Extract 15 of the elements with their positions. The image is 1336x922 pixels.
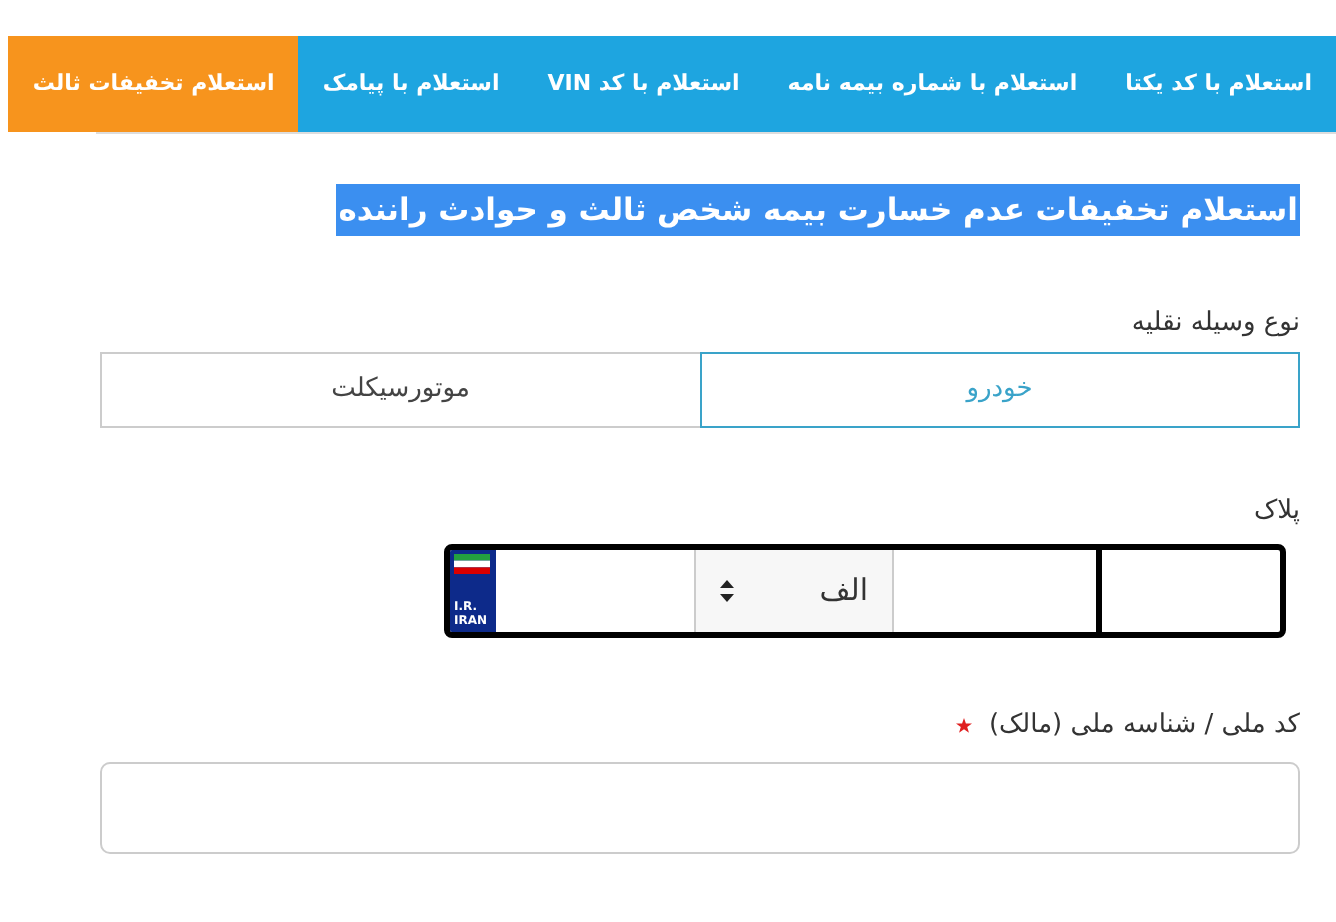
field-label: کد ملی / شناسه ملی (مالک) bbox=[988, 708, 1300, 744]
vehicle-type-option[interactable]: موتورسیکلت bbox=[100, 352, 701, 428]
sort-icon bbox=[720, 580, 734, 602]
nav-tab[interactable]: استعلام تخفیفات ثالث bbox=[8, 36, 299, 132]
nav-tab[interactable]: استعلام با کد VIN bbox=[523, 36, 764, 132]
flag-icon bbox=[454, 554, 490, 574]
nav-tab[interactable]: استعلام با شماره بیمه نامه bbox=[763, 36, 1102, 132]
letter-select[interactable]: الف bbox=[694, 550, 892, 632]
national-id-field[interactable] bbox=[100, 762, 1300, 854]
nav-tab[interactable]: استعلام با پیامک bbox=[298, 36, 524, 132]
page-heading: استعلام تخفیفات عدم خسارت بیمه شخص ثالث و حوادث راننده bbox=[336, 184, 1300, 236]
field-label: پلاک bbox=[1251, 494, 1300, 530]
field-label: نوع وسیله نقلیه bbox=[1129, 306, 1300, 342]
vehicle-type-option[interactable]: خودرو bbox=[699, 352, 1300, 428]
nav-tab[interactable]: استعلام با کد یکتا bbox=[1101, 36, 1336, 132]
